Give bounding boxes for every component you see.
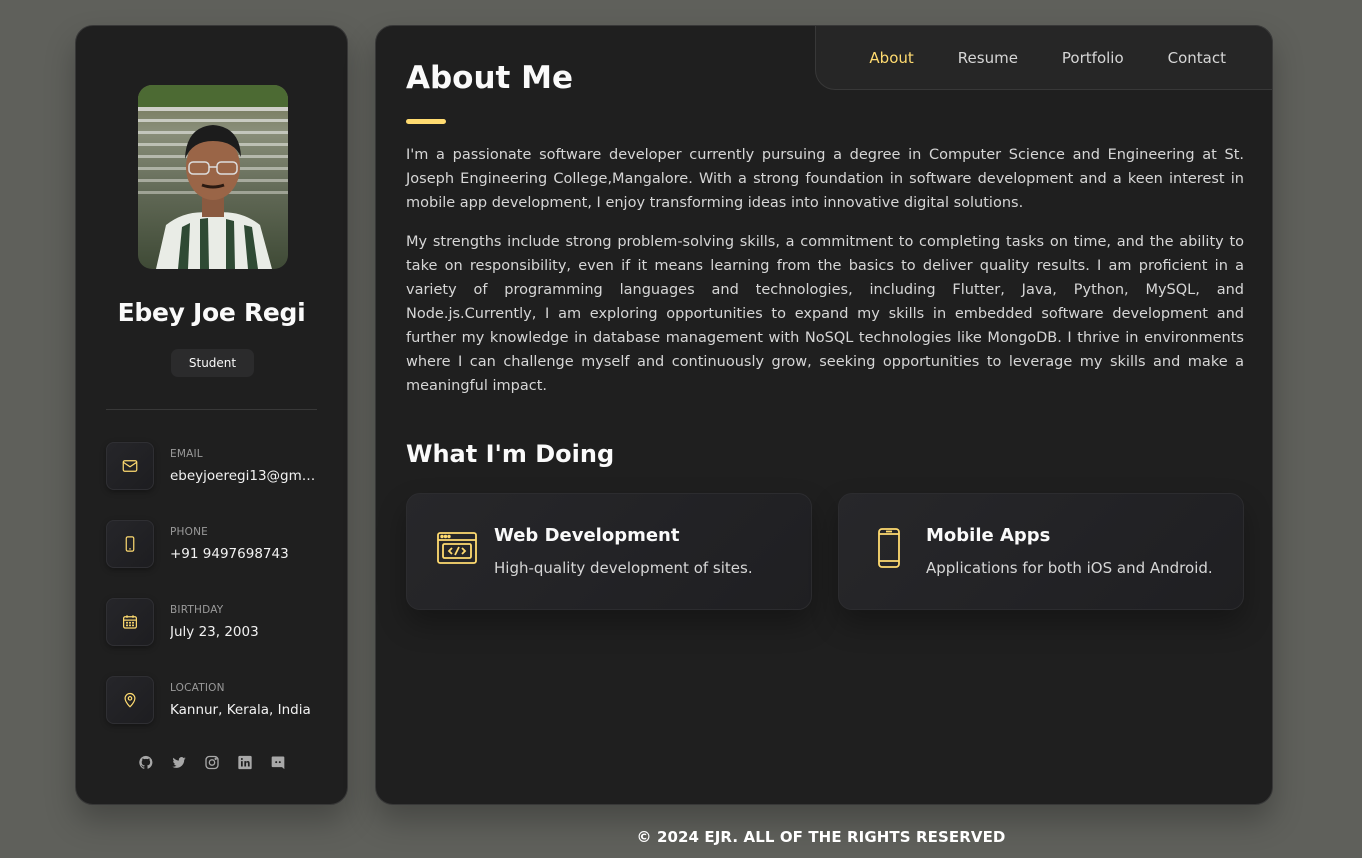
- email-link[interactable]: ebeyjoeregi13@gmail.com: [170, 468, 322, 484]
- nav-resume[interactable]: Resume: [958, 49, 1018, 67]
- birthday-value: July 23, 2003: [170, 624, 259, 640]
- contact-label: Birthday: [170, 604, 224, 616]
- discord-icon[interactable]: [270, 754, 286, 770]
- contact-birthday: Birthday July 23, 2003: [106, 598, 326, 646]
- main-content: About Resume Portfolio Contact About Me …: [375, 25, 1273, 805]
- about-paragraph: My strengths include strong problem-solv…: [406, 234, 1244, 394]
- service-card-web: Web Development High-quality development…: [406, 493, 812, 610]
- footer-copyright: © 2024 EJR. ALL OF THE RIGHTS RESERVED: [636, 828, 1006, 846]
- twitter-icon[interactable]: [171, 754, 187, 770]
- service-title: Web Development: [494, 525, 680, 546]
- title-underline: [406, 119, 446, 124]
- location-icon: [106, 676, 154, 724]
- mail-icon: [106, 442, 154, 490]
- social-links: [76, 754, 347, 770]
- sidebar-divider: [106, 409, 317, 410]
- contact-phone: Phone +91 9497698743: [106, 520, 326, 568]
- mobile-phone-icon: [867, 526, 911, 570]
- avatar-photo: [138, 85, 288, 269]
- linkedin-icon[interactable]: [237, 754, 253, 770]
- nav-contact[interactable]: Contact: [1168, 49, 1226, 67]
- services-title: What I'm Doing: [406, 440, 615, 468]
- location-value: Kannur, Kerala, India: [170, 702, 311, 718]
- service-title: Mobile Apps: [926, 525, 1051, 546]
- web-code-icon: [435, 526, 479, 570]
- nav-about[interactable]: About: [869, 49, 913, 67]
- service-text: High-quality development of sites.: [494, 559, 753, 577]
- about-paragraph: I'm a passionate software developer curr…: [406, 147, 1244, 211]
- contact-label: Phone: [170, 526, 208, 538]
- avatar: [138, 85, 288, 269]
- profile-name: Ebey Joe Regi: [117, 298, 306, 327]
- instagram-icon[interactable]: [204, 754, 220, 770]
- service-card-mobile: Mobile Apps Applications for both iOS an…: [838, 493, 1244, 610]
- phone-link[interactable]: +91 9497698743: [170, 546, 322, 562]
- nav-portfolio[interactable]: Portfolio: [1062, 49, 1124, 67]
- github-icon[interactable]: [138, 754, 154, 770]
- calendar-icon: [106, 598, 154, 646]
- navbar: About Resume Portfolio Contact: [815, 25, 1273, 90]
- page-title: About Me: [406, 60, 574, 96]
- contact-label: Location: [170, 682, 225, 694]
- phone-icon: [106, 520, 154, 568]
- profile-title-badge: Student: [171, 349, 254, 377]
- sidebar: Ebey Joe Regi Student Email ebeyjoeregi1…: [75, 25, 348, 805]
- contact-label: Email: [170, 448, 203, 460]
- contact-email: Email ebeyjoeregi13@gmail.com: [106, 442, 326, 490]
- contact-location: Location Kannur, Kerala, India: [106, 676, 326, 724]
- service-text: Applications for both iOS and Android.: [926, 559, 1213, 577]
